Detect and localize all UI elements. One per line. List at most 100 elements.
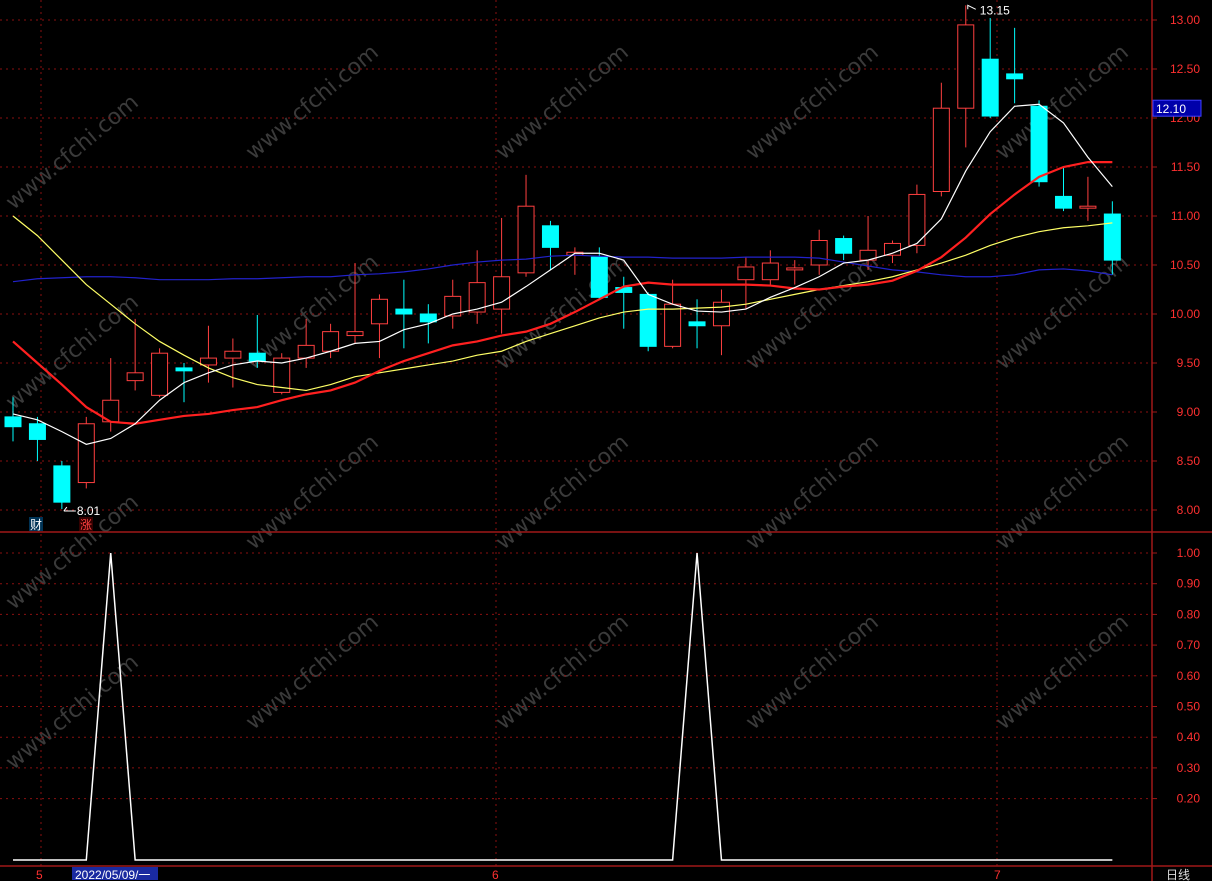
y-tick-label: 10.50	[1170, 258, 1200, 272]
candle-body	[590, 256, 608, 298]
candle[interactable]	[688, 299, 706, 349]
candle-body	[28, 423, 46, 440]
candle-body	[248, 352, 266, 362]
candle-body	[224, 350, 242, 359]
candle[interactable]	[126, 318, 144, 391]
candle-body	[1079, 205, 1097, 209]
y-tick-label: 0.90	[1177, 577, 1201, 591]
candle[interactable]	[883, 240, 901, 264]
y-tick-label: 0.20	[1177, 792, 1201, 806]
y-tick-label: 9.50	[1177, 356, 1201, 370]
y-tick-label: 8.00	[1177, 503, 1201, 517]
indicator-line	[13, 552, 1113, 861]
y-tick-label: 8.50	[1177, 454, 1201, 468]
price-axis-labels: 13.0012.5012.0011.5011.0010.5010.009.509…	[1152, 13, 1200, 517]
candle-body	[175, 367, 193, 372]
candle-body	[1006, 73, 1024, 80]
candle[interactable]	[151, 348, 169, 398]
candle[interactable]	[370, 294, 388, 359]
event-marker[interactable]: 财	[30, 518, 42, 532]
candle-body	[1030, 105, 1048, 183]
x-tick-label: 5	[36, 868, 43, 881]
candle[interactable]	[786, 260, 804, 285]
indicator-grid	[0, 552, 1152, 800]
candle[interactable]	[297, 318, 315, 368]
y-tick-label: 11.00	[1171, 209, 1200, 223]
candle[interactable]	[1079, 176, 1097, 221]
candle-body	[957, 24, 975, 109]
candle[interactable]	[761, 250, 779, 285]
stock-chart[interactable]: 13.0012.5012.0011.5011.0010.5010.009.509…	[0, 0, 1212, 881]
candle-body	[419, 313, 437, 323]
current-price-label: 12.10	[1156, 102, 1186, 116]
candle[interactable]	[248, 314, 266, 368]
candle-body	[517, 205, 535, 274]
candle[interactable]	[835, 235, 853, 261]
indicator-axis-labels: 1.00 0.90 0.80 0.70 0.60 0.50 0.40 0.30 0.20	[1152, 546, 1200, 806]
candle-body	[981, 58, 999, 117]
ma10-line	[12, 161, 1113, 425]
candle-body	[126, 372, 144, 382]
candle[interactable]	[859, 216, 877, 270]
candle-body	[688, 321, 706, 327]
candle[interactable]	[4, 397, 22, 442]
candle-body	[322, 331, 340, 352]
ma60-line	[12, 254, 1113, 283]
candle[interactable]	[712, 289, 730, 356]
candle[interactable]	[1103, 201, 1121, 275]
candle-body	[786, 267, 804, 271]
candle[interactable]	[566, 247, 584, 275]
candle-body	[346, 331, 364, 337]
candle[interactable]	[1006, 27, 1024, 104]
candle-body	[835, 238, 853, 254]
candle[interactable]	[224, 338, 242, 388]
candle[interactable]	[53, 461, 71, 510]
candle-body	[932, 107, 950, 192]
candle[interactable]	[664, 279, 682, 349]
price-grid	[0, 19, 1152, 511]
event-marker[interactable]: 涨	[80, 517, 92, 532]
candle[interactable]	[444, 279, 462, 329]
candle[interactable]	[517, 174, 535, 277]
y-tick-label: 0.60	[1177, 669, 1201, 683]
low-pointer	[63, 506, 76, 512]
y-tick-label: 9.00	[1177, 405, 1201, 419]
candle-body	[53, 465, 71, 503]
candle[interactable]	[639, 292, 657, 352]
high-price-label: 13.15	[980, 3, 1010, 17]
candle-body	[77, 423, 95, 484]
y-tick-label: 12.50	[1170, 62, 1200, 76]
candle[interactable]	[199, 325, 217, 383]
candle[interactable]	[1054, 167, 1072, 212]
low-price-label: 8.01	[77, 504, 101, 518]
candle[interactable]	[957, 5, 975, 148]
candle-body	[761, 262, 779, 281]
period-label[interactable]: 日线	[1166, 868, 1190, 881]
candle[interactable]	[77, 416, 95, 489]
candle[interactable]	[932, 82, 950, 197]
x-tick-label: 7	[994, 868, 1001, 881]
y-tick-label: 0.30	[1177, 761, 1201, 775]
candle-body	[737, 266, 755, 281]
date-cursor-label: 2022/05/09/一	[75, 868, 150, 881]
candle-body	[664, 303, 682, 347]
candle[interactable]	[541, 220, 559, 270]
candle-body	[395, 308, 413, 315]
y-tick-label: 11.50	[1171, 160, 1200, 174]
candle[interactable]	[810, 229, 828, 275]
y-tick-label: 13.00	[1170, 13, 1200, 27]
candle-body	[639, 293, 657, 347]
y-tick-label: 0.50	[1177, 700, 1201, 714]
candle-body	[199, 357, 217, 366]
candle-body	[1103, 213, 1121, 261]
y-tick-label: 0.40	[1177, 730, 1201, 744]
candles	[4, 5, 1121, 510]
candle-body	[712, 301, 730, 327]
candle[interactable]	[28, 416, 46, 461]
candle-body	[151, 352, 169, 396]
x-tick-label: 6	[492, 868, 499, 881]
candle[interactable]	[395, 279, 413, 349]
high-pointer	[967, 4, 976, 10]
candle[interactable]	[981, 18, 999, 118]
candle-body	[370, 298, 388, 325]
